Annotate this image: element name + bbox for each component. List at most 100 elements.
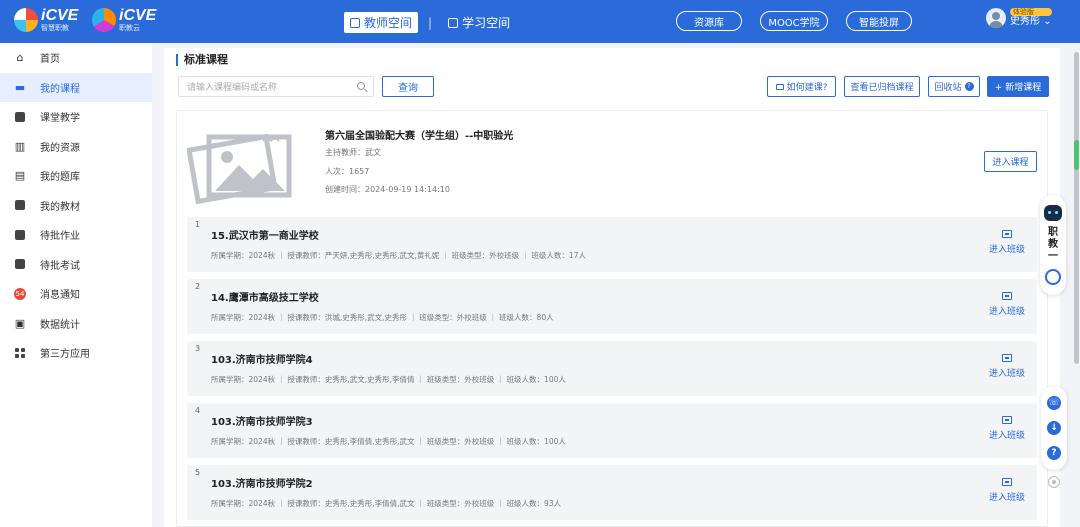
help-icon[interactable]: ?: [1047, 446, 1061, 461]
button-label: 进入班级: [988, 493, 1025, 503]
button-label: 进入班级: [988, 245, 1025, 255]
view-archived-courses-button[interactable]: 查看已归档课程: [844, 76, 920, 97]
class-info: 所属学期：2024秋 ｜ 授课教师：史秀彤,武文,史秀彤,李倩倩 ｜ 班级类型：…: [211, 375, 566, 384]
button-label: 进入班级: [988, 307, 1025, 317]
sidebar-item-question-bank[interactable]: ▤ 我的题库: [0, 161, 152, 191]
download-icon[interactable]: ↓: [1047, 420, 1061, 435]
user-menu[interactable]: 体验版 史秀彤 ⌄: [986, 8, 1052, 29]
question-bank-icon: ▤: [14, 169, 26, 183]
course-created-time: 创建时间：2024-09-19 14:14:10: [325, 185, 450, 194]
message-icon: 54: [14, 287, 26, 300]
user-name: 史秀彤 ⌄: [1010, 16, 1052, 28]
search-input[interactable]: 请输入课程编码或名称: [178, 76, 374, 97]
textbook-icon: [14, 199, 26, 211]
class-info: 所属学期：2024秋 ｜ 授课教师：洪城,史秀彤,武文,史秀彤 ｜ 班级类型：外…: [211, 313, 554, 322]
row-index: 2: [195, 282, 201, 291]
enter-class-button[interactable]: 进入班级: [989, 292, 1025, 317]
message-count-badge: 54: [14, 287, 26, 300]
course-thumbnail-image-icon: [187, 133, 292, 205]
class-info: 所属学期：2024秋 ｜ 授课教师：史秀彤,李倩倩,史秀彤,武文 ｜ 班级类型：…: [211, 437, 566, 446]
enter-course-button[interactable]: 进入课程: [984, 151, 1037, 172]
user-name-text: 史秀彤: [1010, 16, 1040, 28]
search-icon[interactable]: [357, 82, 365, 90]
enter-class-button[interactable]: 进入班级: [989, 478, 1025, 503]
search-placeholder: 请输入课程编码或名称: [187, 83, 278, 93]
class-icon: [1001, 354, 1012, 362]
class-name: 103.济南市技师学院4: [211, 355, 313, 366]
table-row: 5 103.济南市技师学院2 所属学期：2024秋 ｜ 授课教师：史秀彤,史秀彤…: [187, 465, 1037, 520]
sidebar-item-label: 数据统计: [40, 319, 80, 331]
tab-label: 教师空间: [364, 16, 413, 30]
classroom-icon: [14, 111, 26, 123]
sidebar-item-label: 课堂教学: [40, 113, 80, 125]
mooc-college-button[interactable]: MOOC学院: [760, 11, 828, 31]
zjy-logo-mark-icon: [92, 8, 116, 32]
stats-icon: ▣: [14, 316, 26, 330]
ai-assistant-panel[interactable]: 职教一: [1040, 195, 1066, 295]
icve-logo[interactable]: iCVE 智慧职教: [14, 8, 78, 32]
sidebar-item-label: 我的教材: [40, 201, 80, 213]
table-row: 3 103.济南市技师学院4 所属学期：2024秋 ｜ 授课教师：史秀彤,武文,…: [187, 341, 1037, 396]
enter-class-button[interactable]: 进入班级: [989, 230, 1025, 255]
add-course-button[interactable]: + 新增课程: [987, 76, 1049, 97]
space-tabs: 教师空间 | 学习空间: [344, 12, 516, 33]
sidebar-item-label: 第三方应用: [40, 349, 90, 361]
floating-toolbar: ☏ ↓ ?: [1041, 386, 1067, 470]
recycle-bin-button[interactable]: 回收站 ?: [928, 76, 980, 97]
sidebar-item-label: 我的题库: [40, 172, 80, 184]
logo-main-text: iCVE: [41, 7, 79, 24]
enter-class-button[interactable]: 进入班级: [989, 416, 1025, 441]
exam-icon: [14, 258, 26, 270]
class-icon: [1001, 292, 1012, 300]
row-index: 5: [195, 468, 201, 477]
chevron-down-icon: ⌄: [1043, 16, 1052, 28]
sidebar-item-resources[interactable]: ▥ 我的资源: [0, 132, 152, 162]
page-title: 标准课程: [176, 54, 228, 66]
row-index: 1: [195, 220, 201, 229]
resource-icon: ▥: [14, 139, 26, 153]
home-icon: ⌂: [16, 51, 24, 65]
button-label: 如何建课?: [786, 83, 828, 93]
sidebar-item-statistics[interactable]: ▣ 数据统计: [0, 309, 152, 339]
page-scrollbar[interactable]: [1074, 52, 1079, 364]
row-index: 4: [195, 406, 201, 415]
sidebar-item-exams[interactable]: 待批考试: [0, 250, 152, 280]
sync-icon[interactable]: [1045, 269, 1061, 285]
homework-icon: [14, 229, 26, 241]
course-host: 主持教师：武文: [325, 148, 381, 157]
resource-library-button[interactable]: 资源库: [676, 11, 742, 31]
sidebar-item-label: 首页: [40, 54, 60, 66]
sidebar-item-messages[interactable]: 54 消息通知: [0, 279, 152, 309]
tab-learning-space[interactable]: 学习空间: [442, 12, 516, 33]
table-row: 2 14.鹰潭市高级技工学校 所属学期：2024秋 ｜ 授课教师：洪城,史秀彤,…: [187, 279, 1037, 334]
sidebar-item-home[interactable]: ⌂ 首页: [0, 43, 152, 73]
enter-class-button[interactable]: 进入班级: [989, 354, 1025, 379]
course-visits: 人次：1657: [325, 167, 370, 176]
how-to-build-course-button[interactable]: 如何建课?: [767, 76, 836, 97]
sidebar-item-label: 待批考试: [40, 260, 80, 272]
sidebar-item-textbooks[interactable]: 我的教材: [0, 191, 152, 221]
sidebar-item-classroom[interactable]: 课堂教学: [0, 102, 152, 132]
button-label: 进入班级: [988, 369, 1025, 379]
class-name: 15.武汉市第一商业学校: [211, 231, 319, 242]
logo-main-text: iCVE: [119, 7, 157, 24]
main-content: 标准课程 请输入课程编码或名称 查询 如何建课? 查看已归档课程 回收站 ? +…: [164, 48, 1060, 527]
class-name: 103.济南市技师学院3: [211, 417, 313, 428]
course-title[interactable]: 第六届全国验配大赛（学生组）--中职验光: [325, 127, 513, 142]
smart-projection-button[interactable]: 智能投屏: [846, 11, 912, 31]
query-button[interactable]: 查询: [382, 76, 434, 97]
zjy-logo[interactable]: iCVE 职教云: [92, 8, 156, 32]
tab-teacher-space[interactable]: 教师空间: [344, 12, 419, 33]
back-to-top-icon[interactable]: [1048, 476, 1060, 488]
class-icon: [1001, 478, 1012, 486]
customer-service-icon[interactable]: ☏: [1047, 395, 1061, 410]
class-name: 103.济南市技师学院2: [211, 479, 313, 490]
class-icon: [1001, 416, 1012, 424]
sidebar-item-third-party-apps[interactable]: 第三方应用: [0, 338, 152, 368]
table-row: 4 103.济南市技师学院3 所属学期：2024秋 ｜ 授课教师：史秀彤,李倩倩…: [187, 403, 1037, 458]
sidebar-item-my-courses[interactable]: ▬ 我的课程: [0, 72, 152, 102]
robot-icon: [1044, 205, 1062, 221]
sidebar-item-homework[interactable]: 待批作业: [0, 220, 152, 250]
class-info: 所属学期：2024秋 ｜ 授课教师：严天妍,史秀彤,史秀彤,武文,黄礼妮 ｜ 班…: [211, 251, 586, 260]
teacher-space-icon: [350, 17, 360, 28]
